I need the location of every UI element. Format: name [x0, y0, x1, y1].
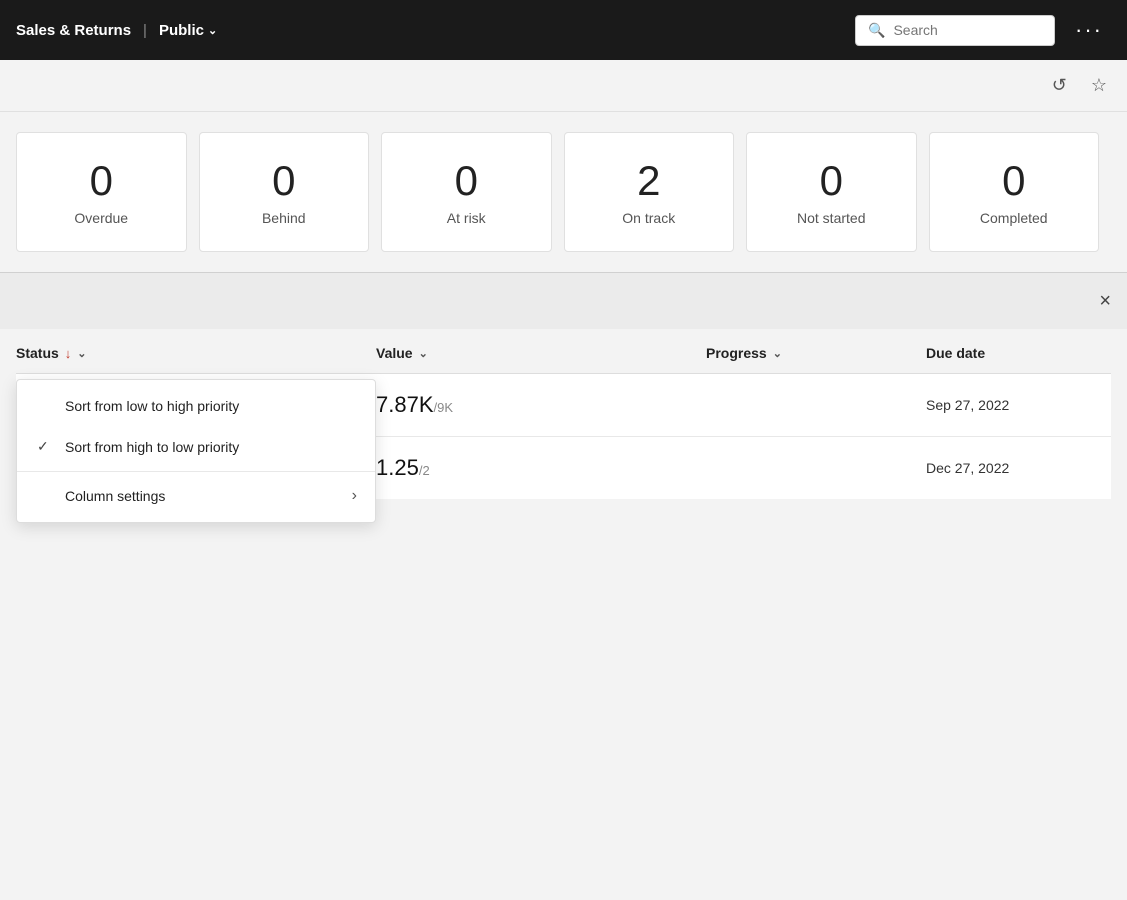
check-icon-settings [37, 488, 61, 504]
header-divider: | [143, 22, 147, 39]
stats-cards-row: 0 Overdue 0 Behind 0 At risk 2 On track … [0, 112, 1127, 272]
col-header-value[interactable]: Value ⌄ [376, 345, 706, 361]
check-icon-low [37, 398, 61, 414]
stat-number-completed: 0 [1002, 158, 1025, 204]
dropdown-item-high-priority[interactable]: ✓ Sort from high to low priority [17, 426, 375, 467]
row-value-main-2: 1.25 [376, 455, 419, 480]
column-headers: Status ↓ ⌄ Value ⌄ Progress ⌄ Due date S… [16, 329, 1111, 374]
stat-card-behind[interactable]: 0 Behind [199, 132, 370, 252]
progress-col-chevron-icon: ⌄ [773, 347, 782, 360]
value-col-chevron-icon: ⌄ [419, 347, 428, 360]
row-value-sub-2: 2 [422, 463, 429, 478]
row-duedate-1: Sep 27, 2022 [926, 397, 1111, 413]
stat-card-completed[interactable]: 0 Completed [929, 132, 1100, 252]
search-input[interactable] [893, 22, 1033, 38]
toolbar-row: ↺ ☆ [0, 60, 1127, 112]
dropdown-label-low-priority: Sort from low to high priority [65, 398, 239, 414]
dropdown-item-column-settings[interactable]: Column settings [17, 476, 375, 516]
col-header-duedate: Due date [926, 345, 1111, 361]
visibility-label: Public [159, 22, 204, 39]
col-status-label: Status [16, 345, 59, 361]
search-icon: 🔍 [868, 22, 885, 39]
row-value-2: 1.25/2 [376, 455, 706, 481]
table-area: Status ↓ ⌄ Value ⌄ Progress ⌄ Due date S… [0, 329, 1127, 499]
status-dropdown-menu: Sort from low to high priority ✓ Sort fr… [16, 379, 376, 523]
stat-card-ontrack[interactable]: 2 On track [564, 132, 735, 252]
stat-label-ontrack: On track [622, 210, 675, 226]
header-left: Sales & Returns | Public ⌄ [16, 22, 217, 39]
stat-number-ontrack: 2 [637, 158, 660, 204]
status-col-chevron-icon: ⌄ [77, 347, 86, 360]
col-value-label: Value [376, 345, 413, 361]
sort-indicator-icon: ↓ [65, 346, 72, 361]
stat-card-notstarted[interactable]: 0 Not started [746, 132, 917, 252]
row-duedate-2: Dec 27, 2022 [926, 460, 1111, 476]
search-box[interactable]: 🔍 [855, 15, 1055, 46]
favorite-button[interactable]: ☆ [1087, 71, 1111, 100]
row-value-sub-1: 9K [437, 400, 453, 415]
check-icon-high: ✓ [37, 438, 61, 455]
visibility-selector[interactable]: Public ⌄ [159, 22, 217, 39]
stat-label-overdue: Overdue [74, 210, 128, 226]
dropdown-label-column-settings: Column settings [65, 488, 165, 504]
stat-number-behind: 0 [272, 158, 295, 204]
dropdown-label-high-priority: Sort from high to low priority [65, 439, 239, 455]
header-right: 🔍 ··· [855, 15, 1111, 46]
stat-label-notstarted: Not started [797, 210, 865, 226]
col-progress-label: Progress [706, 345, 767, 361]
col-duedate-label: Due date [926, 345, 985, 361]
visibility-chevron-icon: ⌄ [208, 24, 217, 37]
more-options-button[interactable]: ··· [1067, 15, 1111, 45]
stat-number-notstarted: 0 [820, 158, 843, 204]
stat-card-overdue[interactable]: 0 Overdue [16, 132, 187, 252]
close-filter-button[interactable]: × [1099, 290, 1111, 313]
row-value-main-1: 7.87K [376, 392, 434, 417]
stat-label-completed: Completed [980, 210, 1048, 226]
dropdown-item-low-priority[interactable]: Sort from low to high priority [17, 386, 375, 426]
col-header-progress[interactable]: Progress ⌄ [706, 345, 926, 361]
row-value-1: 7.87K/9K [376, 392, 706, 418]
stat-label-behind: Behind [262, 210, 306, 226]
stat-number-atrisk: 0 [455, 158, 478, 204]
stat-card-atrisk[interactable]: 0 At risk [381, 132, 552, 252]
filter-bar: × [0, 273, 1127, 329]
app-title: Sales & Returns [16, 22, 131, 39]
stat-number-overdue: 0 [90, 158, 113, 204]
col-header-status[interactable]: Status ↓ ⌄ [16, 345, 376, 361]
toolbar-icons: ↺ ☆ [1048, 71, 1111, 100]
dropdown-divider [17, 471, 375, 472]
stat-label-atrisk: At risk [447, 210, 486, 226]
refresh-button[interactable]: ↺ [1048, 71, 1071, 100]
app-header: Sales & Returns | Public ⌄ 🔍 ··· [0, 0, 1127, 60]
